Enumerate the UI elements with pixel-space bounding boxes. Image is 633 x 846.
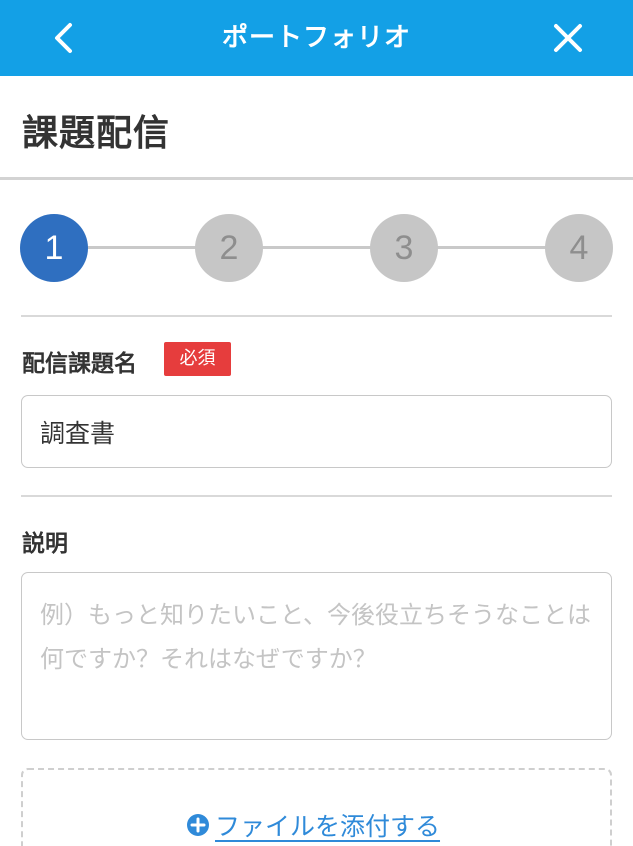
task-name-label: 配信課題名 — [22, 351, 137, 377]
back-button[interactable] — [44, 18, 84, 58]
required-badge: 必須 — [164, 342, 231, 376]
step-1: 1 — [20, 214, 88, 282]
attach-file-link[interactable]: ファイルを添付する — [186, 806, 440, 844]
description-label: 説明 — [22, 531, 68, 557]
section-divider — [21, 315, 612, 317]
header-bar: ポートフォリオ — [0, 0, 633, 76]
step-4: 4 — [545, 214, 613, 282]
section-divider — [21, 495, 612, 497]
page-title: 課題配信 — [22, 113, 171, 154]
plus-circle-icon — [186, 813, 210, 837]
step-3: 3 — [370, 214, 438, 282]
title-divider — [0, 177, 633, 180]
close-button[interactable] — [548, 18, 588, 58]
attach-file-label: ファイルを添付する — [215, 812, 441, 841]
stepper-line — [54, 246, 578, 249]
close-icon — [554, 24, 582, 52]
chevron-left-icon — [55, 23, 72, 53]
app-screen: ポートフォリオ 課題配信 1 2 3 4 配信課題名 必須 説明 — [0, 0, 633, 846]
task-name-input[interactable] — [21, 395, 612, 468]
header-title: ポートフォリオ — [221, 23, 411, 53]
description-textarea[interactable] — [21, 572, 612, 740]
step-2: 2 — [195, 214, 263, 282]
